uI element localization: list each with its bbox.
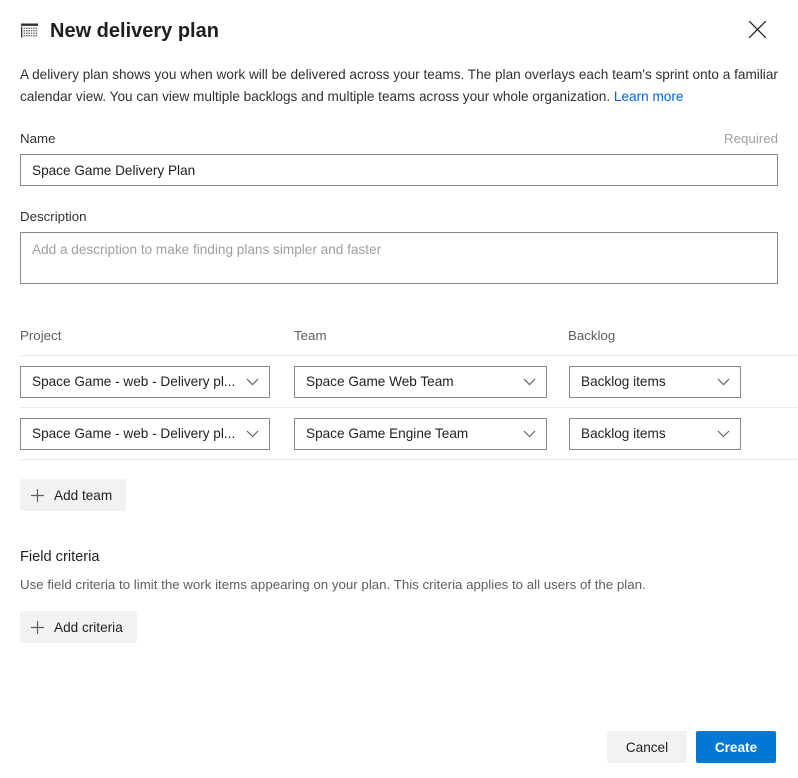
description-label-row: Description: [20, 208, 778, 226]
column-header-project: Project: [20, 328, 62, 343]
add-criteria-button[interactable]: Add criteria: [20, 611, 137, 643]
learn-more-link[interactable]: Learn more: [614, 89, 684, 104]
chevron-down-icon: [246, 430, 259, 437]
column-header-team: Team: [294, 328, 327, 343]
add-team-button[interactable]: Add team: [20, 479, 127, 511]
team-select-row-2[interactable]: Space Game Engine Team: [294, 417, 547, 450]
new-delivery-plan-dialog: New delivery plan A delivery plan shows …: [0, 0, 798, 778]
project-select-row-2[interactable]: Space Game - web - Delivery pl...: [20, 417, 270, 450]
name-input[interactable]: [20, 154, 778, 186]
dialog-body: A delivery plan shows you when work will…: [0, 44, 798, 778]
backlog-select-value-row-2: Backlog items: [581, 426, 666, 441]
teams-section: Project Team Backlog Space Game - web - …: [20, 327, 798, 511]
plan-grid-icon: [21, 23, 38, 38]
plus-icon: [31, 488, 44, 502]
create-button[interactable]: Create: [696, 731, 776, 763]
name-label: Name: [20, 131, 56, 146]
page-title: New delivery plan: [50, 20, 219, 42]
field-criteria-title: Field criteria: [20, 549, 100, 565]
backlog-select-row-2[interactable]: Backlog items: [569, 417, 741, 450]
description-label: Description: [20, 209, 87, 224]
add-criteria-label: Add criteria: [54, 619, 123, 635]
chevron-down-icon: [717, 430, 730, 437]
name-field-block: Name Required: [20, 130, 778, 186]
field-criteria-description: Use field criteria to limit the work ite…: [20, 577, 646, 592]
add-team-wrapper: Add team: [20, 479, 778, 511]
column-header-backlog: Backlog: [568, 328, 616, 343]
team-select-row-1[interactable]: Space Game Web Team: [294, 365, 547, 398]
project-select-value-row-2: Space Game - web - Delivery pl...: [32, 426, 236, 441]
chevron-down-icon: [717, 378, 730, 385]
chevron-down-icon: [523, 430, 536, 437]
description-field-block: Description: [20, 208, 778, 289]
chevron-down-icon: [523, 378, 536, 385]
table-row: Space Game - web - Delivery pl... Space …: [20, 356, 798, 408]
description-input[interactable]: [20, 232, 778, 284]
table-row: Space Game - web - Delivery pl... Space …: [20, 408, 798, 460]
intro-text: A delivery plan shows you when work will…: [20, 64, 778, 108]
team-select-value-row-2: Space Game Engine Team: [306, 426, 469, 441]
name-required-tag: Required: [724, 131, 778, 146]
name-label-row: Name Required: [20, 130, 778, 148]
add-team-label: Add team: [54, 487, 113, 503]
backlog-select-row-1[interactable]: Backlog items: [569, 365, 741, 398]
close-button[interactable]: [742, 14, 772, 44]
close-icon: [748, 20, 766, 38]
backlog-select-value-row-1: Backlog items: [581, 374, 666, 389]
teams-column-headers: Project Team Backlog: [20, 327, 798, 356]
field-criteria-section: Field criteria Use field criteria to lim…: [20, 547, 778, 643]
cancel-button[interactable]: Cancel: [607, 731, 687, 763]
plus-icon: [31, 620, 44, 634]
team-select-value-row-1: Space Game Web Team: [306, 374, 454, 389]
project-select-value-row-1: Space Game - web - Delivery pl...: [32, 374, 236, 389]
project-select-row-1[interactable]: Space Game - web - Delivery pl...: [20, 365, 270, 398]
dialog-footer: Cancel Create: [0, 716, 798, 778]
dialog-header: New delivery plan: [0, 0, 798, 44]
chevron-down-icon: [246, 378, 259, 385]
